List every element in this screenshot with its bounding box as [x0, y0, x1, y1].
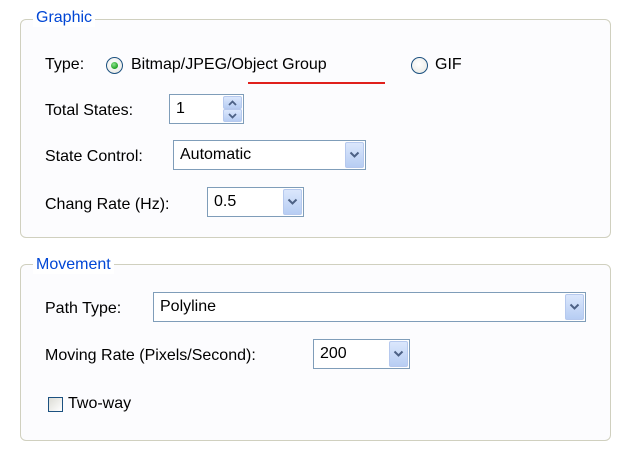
change-rate-value: 0.5: [214, 193, 237, 210]
total-states-label: Total States:: [45, 102, 134, 119]
graphic-legend: Graphic: [33, 9, 96, 27]
state-control-select[interactable]: Automatic: [173, 140, 366, 170]
radio-bitmap-label[interactable]: Bitmap/JPEG/Object Group: [131, 55, 327, 75]
path-type-select[interactable]: Polyline: [153, 292, 586, 322]
radio-selected-dot: [111, 62, 118, 69]
movement-legend: Movement: [33, 256, 114, 274]
total-states-value: 1: [176, 100, 185, 117]
chevron-down-icon[interactable]: [565, 294, 584, 320]
path-type-label: Path Type:: [45, 300, 122, 317]
radio-gif-label[interactable]: GIF: [435, 55, 462, 75]
two-way-checkbox[interactable]: [48, 397, 63, 412]
annotation-underline: [248, 82, 385, 84]
radio-bitmap[interactable]: [106, 57, 123, 74]
radio-gif[interactable]: [411, 57, 428, 74]
path-type-value: Polyline: [160, 298, 217, 315]
moving-rate-value: 200: [320, 345, 347, 362]
type-label: Type:: [45, 56, 85, 73]
total-states-spinner[interactable]: 1: [169, 94, 244, 124]
state-control-value: Automatic: [180, 146, 252, 163]
chevron-down-icon[interactable]: [389, 341, 408, 367]
moving-rate-label: Moving Rate (Pixels/Second):: [45, 347, 256, 364]
moving-rate-select[interactable]: 200: [313, 339, 410, 369]
chevron-down-icon[interactable]: [345, 142, 364, 168]
change-rate-label: Chang Rate (Hz):: [45, 196, 170, 213]
two-way-label[interactable]: Two-way: [68, 394, 131, 414]
spinner-buttons[interactable]: [223, 96, 242, 122]
spin-down-icon[interactable]: [223, 109, 242, 122]
chevron-down-icon[interactable]: [283, 189, 302, 215]
state-control-label: State Control:: [45, 148, 143, 165]
change-rate-select[interactable]: 0.5: [207, 187, 304, 217]
spin-up-icon[interactable]: [223, 96, 242, 109]
